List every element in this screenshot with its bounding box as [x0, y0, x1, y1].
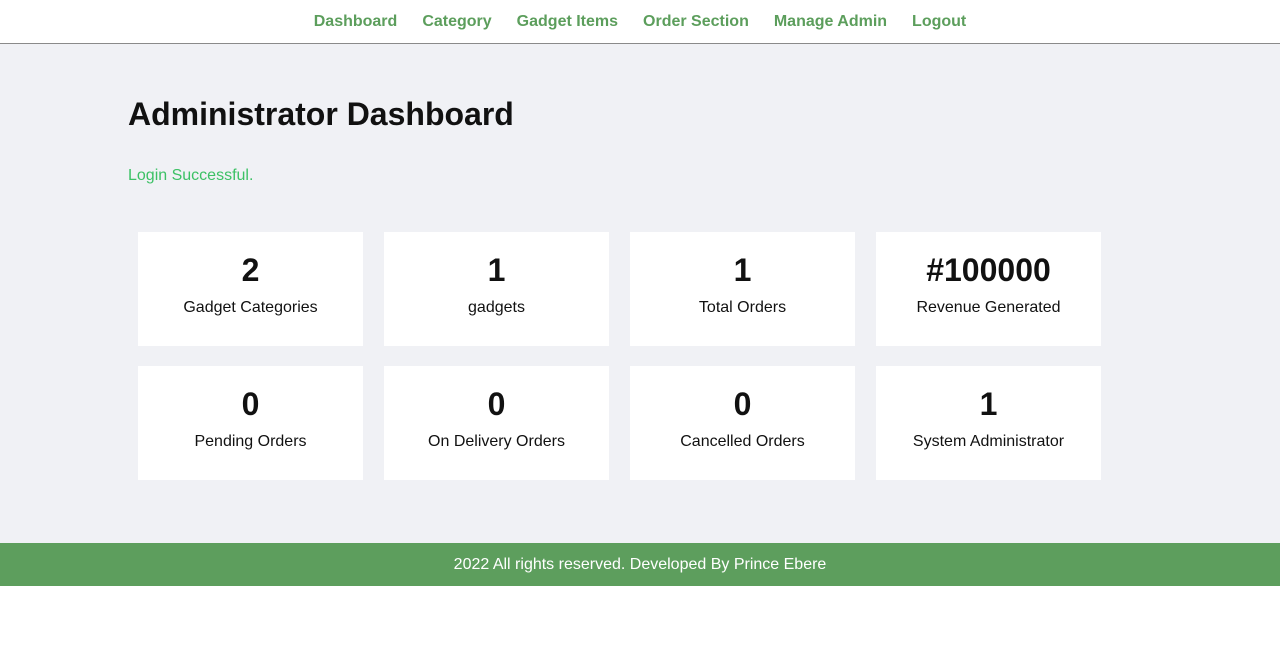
stat-value: 1	[979, 386, 998, 422]
stat-value: 1	[733, 252, 752, 288]
stat-value: 1	[487, 252, 506, 288]
nav-menu: Dashboard Category Gadget Items Order Se…	[301, 13, 979, 31]
nav-link-gadget-items[interactable]: Gadget Items	[517, 13, 618, 30]
stat-label: Cancelled Orders	[680, 433, 805, 450]
stat-value: 2	[241, 252, 260, 288]
main-content: Administrator Dashboard Login Successful…	[0, 44, 1280, 543]
nav-link-manage-admin[interactable]: Manage Admin	[774, 13, 887, 30]
stat-card-cancelled-orders: 0 Cancelled Orders	[630, 366, 855, 480]
login-success-message: Login Successful.	[128, 167, 254, 184]
stat-value: #100000	[926, 252, 1051, 288]
stat-card-system-administrator: 1 System Administrator	[876, 366, 1101, 480]
stat-label: gadgets	[468, 299, 525, 316]
stat-value: 0	[487, 386, 506, 422]
nav-link-dashboard[interactable]: Dashboard	[314, 13, 398, 30]
stat-card-pending-orders: 0 Pending Orders	[138, 366, 363, 480]
stat-card-revenue-generated: #100000 Revenue Generated	[876, 232, 1101, 346]
nav-link-logout[interactable]: Logout	[912, 13, 966, 30]
nav-item-dashboard: Dashboard	[314, 13, 398, 31]
stats-grid: 2 Gadget Categories 1 gadgets 1 Total Or…	[138, 232, 1280, 480]
stat-label: Revenue Generated	[916, 299, 1061, 316]
stat-card-gadget-categories: 2 Gadget Categories	[138, 232, 363, 346]
nav-item-manage-admin: Manage Admin	[774, 13, 887, 31]
footer-text: 2022 All rights reserved. Developed By P…	[453, 555, 827, 573]
nav-item-logout: Logout	[912, 13, 966, 31]
stat-card-total-orders: 1 Total Orders	[630, 232, 855, 346]
nav-item-gadget-items: Gadget Items	[517, 13, 618, 31]
stat-card-on-delivery-orders: 0 On Delivery Orders	[384, 366, 609, 480]
nav-item-category: Category	[422, 13, 491, 31]
stat-label: Pending Orders	[194, 433, 307, 450]
nav-link-order-section[interactable]: Order Section	[643, 13, 749, 30]
stat-label: System Administrator	[912, 433, 1065, 450]
stat-value: 0	[733, 386, 752, 422]
footer: 2022 All rights reserved. Developed By P…	[0, 543, 1280, 586]
nav-item-order-section: Order Section	[643, 13, 749, 31]
stat-label: Gadget Categories	[183, 299, 318, 316]
stat-label: Total Orders	[698, 299, 787, 316]
nav-link-category[interactable]: Category	[422, 13, 491, 30]
top-navigation: Dashboard Category Gadget Items Order Se…	[0, 0, 1280, 44]
stat-label: On Delivery Orders	[428, 433, 565, 450]
stat-card-gadgets: 1 gadgets	[384, 232, 609, 346]
page-title: Administrator Dashboard	[128, 96, 514, 132]
stat-value: 0	[241, 386, 260, 422]
